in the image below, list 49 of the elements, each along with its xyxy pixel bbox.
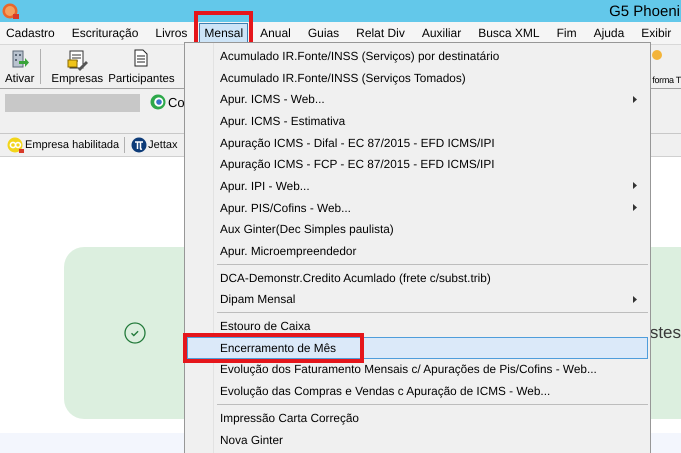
menu-item[interactable]: Apur. Microempreendedor	[187, 240, 648, 262]
menu-item[interactable]: Encerramento de Mês	[187, 336, 648, 359]
menu-item[interactable]: Acumulado IR.Fonte/INSS (Serviços Tomados)	[187, 66, 648, 88]
window-title: G5 Phoeni	[609, 2, 681, 20]
coin-icon	[652, 49, 662, 61]
menu-bar-item[interactable]: Mensal	[199, 23, 248, 43]
menu-item[interactable]: Evolução das Compras e Vendas c Apuração de ICMS - Web...	[187, 380, 648, 402]
menu-bar-item[interactable]: Busca XML	[473, 23, 545, 43]
menu-item[interactable]: Acumulado IR.Fonte/INSS (Serviços) por destinatário	[187, 45, 648, 67]
menu-bar-item[interactable]: Escrituração	[66, 23, 144, 43]
menu-item[interactable]: Apuração ICMS - FCP - EC 87/2015 - EFD ICMS/IPI	[187, 153, 648, 176]
company-badge-icon	[7, 136, 24, 154]
document-icon	[134, 49, 148, 67]
company-status-button[interactable]: Empresa habilitada	[7, 136, 120, 154]
activate-button[interactable]: Ativar	[3, 45, 36, 88]
menu-item[interactable]: Nova Ginter	[187, 428, 648, 450]
app-logo-icon	[2, 2, 19, 20]
platform-button[interactable]: forma T	[652, 45, 681, 88]
menu-item[interactable]: Aux Ginter(Dec Simples paulista)	[187, 218, 648, 240]
menu-bar-item[interactable]: Anual	[255, 23, 296, 43]
menu-bar-item[interactable]: Relat Div	[351, 23, 410, 43]
menu-item[interactable]: DCA-Demonstr.Credito Acumlado (frete c/subst.trib)	[187, 266, 648, 289]
participants-button[interactable]: Participantes	[106, 45, 177, 88]
company-field[interactable]	[5, 94, 140, 112]
menu-bar-item[interactable]: Cadastro	[1, 23, 60, 43]
menu-item[interactable]: Apur. PIS/Cofins - Web...	[187, 196, 648, 218]
jettax-button[interactable]: Jettax	[131, 137, 178, 153]
menu-bar-item[interactable]: Livros	[150, 23, 192, 43]
notice-text: stes	[650, 323, 681, 343]
companies-button[interactable]: Empresas	[49, 45, 106, 88]
menu-bar-item[interactable]: Ajuda	[588, 23, 630, 43]
menu-item[interactable]: Estouro de Caixa	[187, 315, 648, 337]
menu-bar-item[interactable]: Exibir	[636, 23, 676, 43]
pi-icon	[131, 137, 148, 153]
menu-bar-item[interactable]: Auxiliar	[416, 23, 466, 43]
menu-item[interactable]: Apur. IPI - Web...	[187, 175, 648, 197]
building-arrow-icon	[10, 49, 29, 69]
menu-item[interactable]: Apuração ICMS - Difal - EC 87/2015 - EFD ICMS/IPI	[187, 132, 648, 154]
menu-item[interactable]: Apur. ICMS - Web...	[187, 88, 648, 110]
menu-item[interactable]: Evolução dos Faturamento Mensais c/ Apurações de Pis/Cofins - Web...	[187, 358, 648, 380]
connect-button[interactable]: Co	[150, 94, 185, 110]
menu-item[interactable]: Dipam Mensal	[187, 288, 648, 310]
c-logo-icon	[150, 94, 166, 110]
document-pencil-icon	[66, 49, 88, 71]
menu-item[interactable]: Impressão Carta Correção	[187, 407, 648, 429]
check-circle-icon	[124, 322, 146, 344]
menu-bar-item[interactable]: Guias	[302, 23, 344, 43]
menu-bar-item[interactable]: Fim	[552, 23, 582, 43]
menu-item[interactable]: Apur. ICMS - Estimativa	[187, 110, 648, 132]
